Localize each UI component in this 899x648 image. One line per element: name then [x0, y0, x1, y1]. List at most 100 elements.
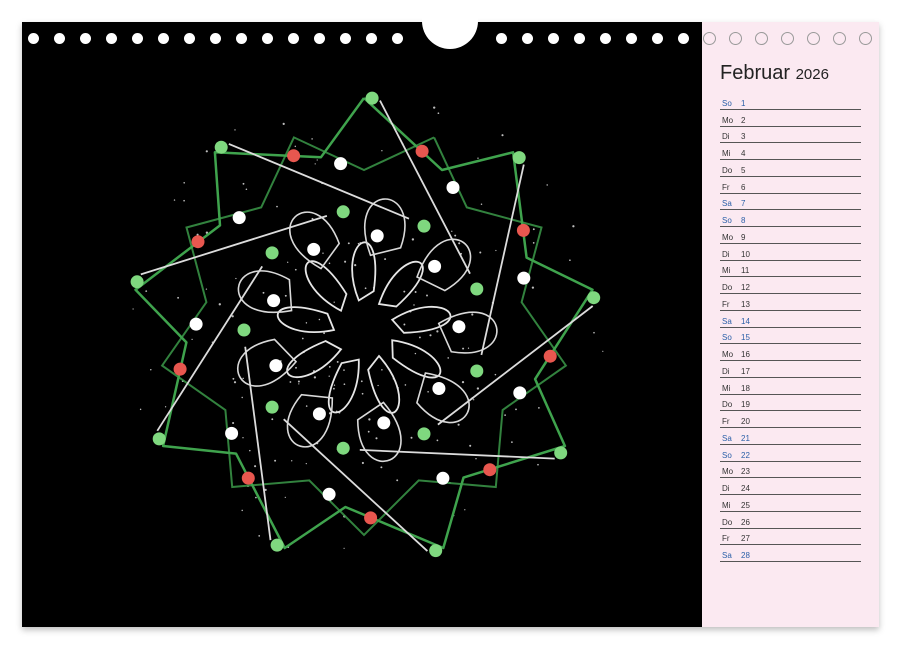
day-name: Di	[720, 484, 741, 493]
white-petal-loop	[306, 261, 347, 311]
star-dot	[140, 409, 141, 410]
star-dot	[314, 376, 316, 378]
star-dot	[254, 465, 256, 467]
star-dot	[538, 407, 540, 409]
day-row: So8	[720, 210, 861, 227]
star-dot	[298, 380, 300, 382]
star-dot	[381, 150, 382, 151]
day-name: Mo	[720, 233, 741, 242]
white-dot	[452, 320, 465, 333]
star-dot	[329, 376, 330, 377]
white-dot	[428, 260, 441, 273]
day-name: So	[720, 333, 741, 342]
day-number: 6	[741, 183, 745, 192]
binding-hole	[626, 33, 637, 44]
red-dot	[517, 224, 530, 237]
binding-hole	[781, 32, 794, 45]
star-dot	[191, 339, 192, 340]
binding-hole	[210, 33, 221, 44]
binding-hole	[262, 33, 273, 44]
day-name: Mo	[720, 116, 741, 125]
star-dot	[206, 288, 207, 289]
star-dot	[533, 228, 535, 230]
star-dot	[329, 263, 331, 265]
star-dot	[477, 387, 479, 389]
day-row: Mi18	[720, 378, 861, 395]
day-name: Sa	[720, 434, 741, 443]
star-dot	[533, 242, 535, 244]
star-dot	[458, 424, 460, 426]
day-row: Di17	[720, 361, 861, 378]
star-dot	[426, 295, 428, 297]
day-number: 23	[741, 467, 750, 476]
star-dot	[283, 123, 285, 125]
binding-hole	[678, 33, 689, 44]
day-list: So1Mo2Di3Mi4Do5Fr6Sa7So8Mo9Di10Mi11Do12F…	[720, 93, 861, 562]
day-name: Di	[720, 132, 741, 141]
day-row: Di3	[720, 127, 861, 144]
day-name: Fr	[720, 534, 741, 543]
star-dot	[368, 418, 370, 420]
star-dot	[306, 322, 307, 323]
star-dot	[306, 463, 307, 464]
green-dot	[266, 401, 279, 414]
star-dot	[362, 462, 364, 464]
binding-hole	[548, 33, 559, 44]
star-dot	[206, 150, 208, 152]
red-dot	[242, 472, 255, 485]
star-dot	[291, 460, 292, 461]
day-row: Fr20	[720, 411, 861, 428]
white-dot	[307, 243, 320, 256]
star-dot	[174, 199, 175, 200]
star-dot	[504, 414, 506, 416]
day-number: 2	[741, 116, 745, 125]
star-dot	[468, 348, 469, 349]
binding-hole	[574, 33, 585, 44]
green-dot	[418, 427, 431, 440]
binding-hole	[703, 32, 716, 45]
star-dot	[451, 231, 452, 232]
day-name: So	[720, 216, 741, 225]
white-spoke-line	[245, 347, 270, 540]
day-number: 9	[741, 233, 745, 242]
day-number: 10	[741, 250, 750, 259]
green-dot	[131, 275, 144, 288]
binding-hole	[132, 33, 143, 44]
day-number: 26	[741, 518, 750, 527]
star-dot	[322, 253, 323, 254]
star-dot	[381, 369, 383, 371]
day-number: 20	[741, 417, 750, 426]
green-dot	[337, 205, 350, 218]
day-number: 27	[741, 534, 750, 543]
star-dot	[515, 409, 517, 411]
star-dot	[469, 445, 471, 447]
day-name: Mi	[720, 501, 741, 510]
white-spoke-line	[229, 144, 409, 219]
binding-holes	[22, 22, 879, 62]
day-row: Sa21	[720, 428, 861, 445]
star-dot	[234, 381, 236, 383]
star-dot	[495, 374, 497, 376]
star-dot	[317, 159, 318, 160]
star-dot	[334, 302, 335, 303]
day-number: 12	[741, 283, 750, 292]
binding-hole	[522, 33, 533, 44]
green-dot	[470, 283, 483, 296]
day-number: 17	[741, 367, 750, 376]
day-row: So22	[720, 445, 861, 462]
white-spoke-line	[360, 450, 555, 459]
white-dot	[447, 181, 460, 194]
red-dot	[416, 145, 429, 158]
star-dot	[298, 383, 299, 384]
star-dot	[511, 441, 513, 443]
day-row: So15	[720, 328, 861, 345]
star-dot	[315, 163, 316, 164]
star-dot	[183, 182, 185, 184]
star-dot	[458, 242, 460, 244]
white-dot	[225, 427, 238, 440]
star-dot	[454, 235, 456, 237]
day-name: Mi	[720, 384, 741, 393]
white-outer-loop	[439, 312, 497, 353]
star-dot	[235, 278, 236, 279]
binding-hole	[54, 33, 65, 44]
